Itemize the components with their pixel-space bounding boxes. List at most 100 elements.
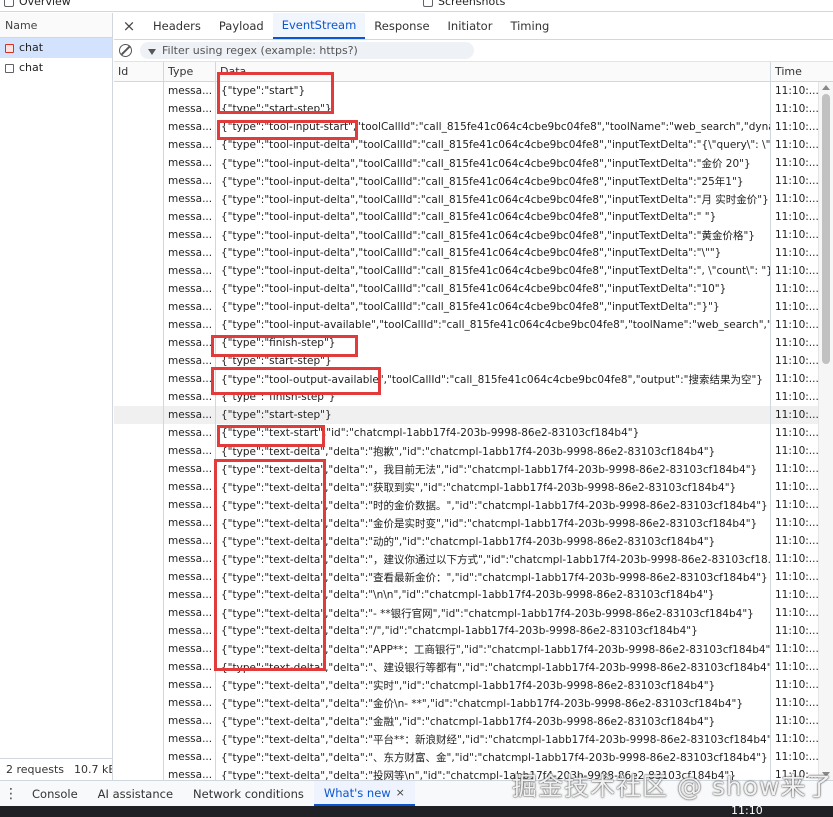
- event-id-cell: [114, 676, 164, 694]
- event-row[interactable]: messa... {"type":"text-delta","delta":"平台…: [114, 730, 833, 748]
- event-type-cell: messa...: [164, 694, 216, 712]
- tab-initiator[interactable]: Initiator: [439, 13, 502, 39]
- event-data-cell: {"type":"text-delta","delta":"时的金价数据。","…: [216, 496, 771, 514]
- event-row[interactable]: messa... {"type":"tool-input-delta","tool…: [114, 244, 833, 262]
- name-column-header[interactable]: Name: [0, 13, 112, 38]
- event-type-cell: messa...: [164, 100, 216, 118]
- event-row[interactable]: messa... {"type":"tool-input-delta","tool…: [114, 190, 833, 208]
- event-row[interactable]: messa... {"type":"tool-input-delta","tool…: [114, 226, 833, 244]
- event-row[interactable]: messa... {"type":"tool-input-start","tool…: [114, 118, 833, 136]
- tab-timing[interactable]: Timing: [501, 13, 558, 39]
- event-row[interactable]: messa... {"type":"tool-input-delta","tool…: [114, 172, 833, 190]
- event-row[interactable]: messa... {"type":"text-delta","delta":"\n…: [114, 586, 833, 604]
- event-type-cell: messa...: [164, 712, 216, 730]
- event-time-cell: 11:10:...: [775, 337, 818, 349]
- event-id-cell: [114, 568, 164, 586]
- event-data-cell: {"type":"text-delta","delta":"、东方财富、金","…: [216, 748, 771, 766]
- event-row[interactable]: messa... {"type":"text-delta","delta":"金融…: [114, 712, 833, 730]
- screenshots-checkbox[interactable]: [423, 0, 433, 7]
- close-icon[interactable]: ×: [114, 13, 144, 39]
- event-id-cell: [114, 694, 164, 712]
- regex-filter-input[interactable]: Filter using regex (example: https?): [140, 42, 474, 59]
- drawer-tab-what-s-new[interactable]: What's new ×: [313, 781, 415, 806]
- event-id-cell: [114, 766, 164, 780]
- request-name: chat: [19, 61, 44, 74]
- event-row[interactable]: messa... {"type":"text-delta","delta":"时的…: [114, 496, 833, 514]
- event-row[interactable]: messa... {"type":"start-step"} 11:10:...: [114, 100, 833, 118]
- event-id-cell: [114, 406, 164, 424]
- event-row[interactable]: messa... {"type":"tool-input-delta","tool…: [114, 208, 833, 226]
- event-data-cell: {"type":"text-delta","delta":"金价\n- **",…: [216, 694, 771, 712]
- event-row[interactable]: messa... {"type":"text-delta","delta":"查看…: [114, 568, 833, 586]
- drawer-tab-network-conditions[interactable]: Network conditions: [183, 781, 314, 806]
- event-id-cell: [114, 244, 164, 262]
- event-data-cell: {"type":"tool-input-delta","toolCallId":…: [216, 298, 771, 316]
- event-row[interactable]: messa... {"type":"text-delta","delta":"动的…: [114, 532, 833, 550]
- event-type-cell: messa...: [164, 424, 216, 442]
- event-row[interactable]: messa... {"type":"text-delta","delta":"，建…: [114, 550, 833, 568]
- event-row[interactable]: messa... {"type":"tool-input-delta","tool…: [114, 298, 833, 316]
- clear-icon[interactable]: [119, 44, 132, 57]
- event-id-cell: [114, 280, 164, 298]
- event-row[interactable]: messa... {"type":"text-delta","delta":"抱歉…: [114, 442, 833, 460]
- tab-eventstream[interactable]: EventStream: [272, 13, 366, 39]
- transfer-size: 10.7 kB: [74, 763, 113, 776]
- vertical-scrollbar[interactable]: [818, 82, 833, 780]
- drawer-tab-console[interactable]: Console: [22, 781, 88, 806]
- event-type-cell: messa...: [164, 226, 216, 244]
- event-time-cell: 11:10:...: [775, 607, 818, 619]
- event-type-cell: messa...: [164, 550, 216, 568]
- event-time-cell: 11:10:...: [775, 589, 818, 601]
- scroll-up-icon[interactable]: [822, 85, 830, 90]
- event-row[interactable]: messa... {"type":"text-delta","delta":"AP…: [114, 640, 833, 658]
- scroll-thumb[interactable]: [822, 94, 830, 364]
- event-row[interactable]: messa... {"type":"tool-input-available","…: [114, 316, 833, 334]
- event-time-cell: 11:10:...: [775, 265, 818, 277]
- id-column-header[interactable]: Id: [114, 62, 164, 81]
- event-row[interactable]: messa... {"type":"start-step"} 11:10:...: [114, 352, 833, 370]
- drawer-tab-label: Network conditions: [193, 786, 304, 801]
- event-row[interactable]: messa... {"type":"text-delta","delta":"/"…: [114, 622, 833, 640]
- event-id-cell: [114, 82, 164, 100]
- event-id-cell: [114, 352, 164, 370]
- event-time-cell: 11:10:...: [775, 427, 818, 439]
- tab-headers[interactable]: Headers: [144, 13, 210, 39]
- more-menu-icon[interactable]: ⋮: [0, 786, 22, 802]
- event-row[interactable]: messa... {"type":"text-delta","delta":"实时…: [114, 676, 833, 694]
- request-item[interactable]: chat: [0, 58, 112, 78]
- event-row[interactable]: messa... {"type":"text-delta","delta":"金价…: [114, 694, 833, 712]
- event-row[interactable]: messa... {"type":"tool-output-available",…: [114, 370, 833, 388]
- time-column-header[interactable]: Time: [771, 62, 818, 81]
- overview-checkbox[interactable]: [4, 0, 14, 7]
- filter-icon: [148, 48, 156, 55]
- event-row[interactable]: messa... {"type":"finish-step"} 11:10:...: [114, 334, 833, 352]
- event-data-cell: {"type":"text-delta","delta":"，我目前无法","i…: [216, 460, 771, 478]
- event-row[interactable]: messa... {"type":"finish-step"} 11:10:...: [114, 388, 833, 406]
- event-row[interactable]: messa... {"type":"text-delta","delta":"、建…: [114, 658, 833, 676]
- event-row[interactable]: messa... {"type":"tool-input-delta","tool…: [114, 136, 833, 154]
- event-id-cell: [114, 622, 164, 640]
- event-row[interactable]: messa... {"type":"text-delta","delta":"- …: [114, 604, 833, 622]
- tab-payload[interactable]: Payload: [210, 13, 273, 39]
- event-data-cell: {"type":"text-delta","delta":"，建议你通过以下方式…: [216, 550, 771, 568]
- event-time-cell: 11:10:...: [775, 103, 818, 115]
- event-row[interactable]: messa... {"type":"start"} 11:10:...: [114, 82, 833, 100]
- event-row[interactable]: messa... {"type":"text-delta","delta":"金价…: [114, 514, 833, 532]
- event-id-cell: [114, 478, 164, 496]
- tab-response[interactable]: Response: [365, 13, 438, 39]
- event-row[interactable]: messa... {"type":"tool-input-delta","tool…: [114, 262, 833, 280]
- event-row[interactable]: messa... {"type":"text-delta","delta":"，我…: [114, 460, 833, 478]
- event-row[interactable]: messa... {"type":"start-step"} 11:10:...: [114, 406, 833, 424]
- watermark: 掘金技术社区 @ show来了: [512, 772, 833, 801]
- event-row[interactable]: messa... {"type":"text-delta","delta":"、东…: [114, 748, 833, 766]
- type-column-header[interactable]: Type: [164, 62, 216, 81]
- event-row[interactable]: messa... {"type":"tool-input-delta","tool…: [114, 280, 833, 298]
- close-icon[interactable]: ×: [396, 786, 405, 799]
- event-row[interactable]: messa... {"type":"text-start","id":"chatc…: [114, 424, 833, 442]
- event-row[interactable]: messa... {"type":"tool-input-delta","tool…: [114, 154, 833, 172]
- request-item[interactable]: chat: [0, 38, 112, 58]
- event-row[interactable]: messa... {"type":"text-delta","delta":"获取…: [114, 478, 833, 496]
- drawer-tab-ai-assistance[interactable]: AI assistance: [88, 781, 183, 806]
- data-column-header[interactable]: Data: [216, 62, 771, 81]
- event-data-cell: {"type":"text-delta","delta":"/","id":"c…: [216, 622, 771, 640]
